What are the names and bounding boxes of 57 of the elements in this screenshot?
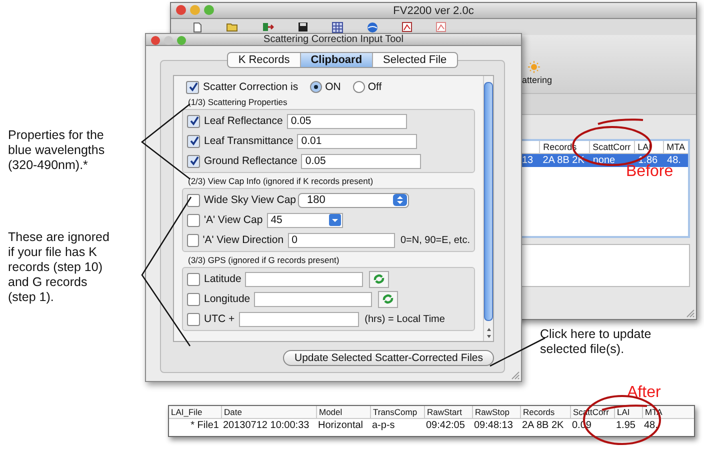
- tab[interactable]: K Records: [228, 53, 300, 67]
- table-cell-text: 09:48:13: [473, 419, 514, 432]
- checkbox-label[interactable]: Ground Reflectance: [204, 155, 298, 167]
- input-field[interactable]: 0.01: [297, 134, 418, 148]
- table-cell-text: 48.: [643, 419, 659, 432]
- checkbox-label[interactable]: Latitude: [204, 273, 242, 285]
- column-header[interactable]: Model: [316, 406, 370, 418]
- column-header[interactable]: ScattCorr: [588, 141, 634, 153]
- column-header[interactable]: TransComp: [370, 406, 424, 418]
- table-cell-text: 09:42:05: [425, 419, 466, 432]
- annotation-text: Properties for the blue wavelengths (320-490nm).*: [8, 128, 106, 173]
- annotation-text: These are ignored if your file has K records (step 10) and G records (step 1).: [8, 230, 110, 305]
- checkbox-label[interactable]: Scatter Correction is: [203, 81, 298, 93]
- tab[interactable]: Clipboard: [300, 53, 372, 67]
- column-header[interactable]: RawStart: [424, 406, 472, 418]
- column-header[interactable]: Records: [520, 406, 570, 418]
- section-title: (3/3) GPS (ignored if G records present): [187, 254, 340, 267]
- checkbox-label[interactable]: UTC +: [204, 313, 235, 325]
- column-header[interactable]: Date: [221, 406, 316, 418]
- input-field[interactable]: 0.05: [301, 154, 422, 168]
- after-label: After: [627, 384, 661, 402]
- field-hint: (hrs) = Local Time: [364, 314, 445, 324]
- input-field[interactable]: 0: [288, 232, 394, 248]
- toolbar-label[interactable]: attering: [522, 75, 552, 85]
- combo-box[interactable]: 45: [266, 212, 343, 228]
- checkbox-label[interactable]: 'A' View Direction: [202, 234, 284, 246]
- table-cell-text: none: [592, 154, 616, 167]
- table-cell-text: 13: [521, 154, 534, 167]
- checkbox-label[interactable]: Wide Sky View Cap: [204, 194, 296, 206]
- popup-menu[interactable]: 180: [298, 192, 410, 208]
- table-cell-text: * File1: [190, 419, 220, 432]
- checkbox-label[interactable]: Leaf Reflectance: [204, 115, 283, 127]
- update-button[interactable]: Update Selected Scatter-Corrected Files: [283, 350, 494, 366]
- column-header[interactable]: MTA: [662, 141, 688, 153]
- checkbox-label[interactable]: Leaf Transmittance: [204, 135, 294, 147]
- window-title: FV2200 ver 2.0c: [393, 4, 474, 16]
- dialog-title: Scattering Correction Input Tool: [264, 34, 404, 45]
- section-title: (1/3) Scattering Properties: [187, 96, 288, 109]
- radio-label[interactable]: Off: [368, 81, 382, 93]
- section-title: (2/3) View Cap Info (ignored if K records present): [187, 175, 374, 188]
- table-cell-text: 48.: [667, 154, 682, 166]
- table-cell-text: Horizontal: [317, 419, 364, 432]
- table-cell-text: 1.86: [638, 154, 658, 166]
- table-cell-text: 2A 8B 2K: [521, 419, 565, 432]
- checkbox-label[interactable]: Longitude: [204, 293, 250, 305]
- column-header[interactable]: RawStop: [472, 406, 520, 418]
- column-header[interactable]: LAI: [614, 406, 642, 418]
- table-cell-text: a-p-s: [371, 419, 396, 432]
- annotation-text: Click here to update selected file(s).: [540, 327, 652, 357]
- table-cell-text: 1.95: [615, 419, 636, 432]
- checkbox-label[interactable]: 'A' View Cap: [204, 214, 263, 226]
- column-header[interactable]: LAI_File: [169, 406, 221, 418]
- table-cell-text: 20130712 10:00:33: [222, 419, 310, 432]
- radio-label[interactable]: ON: [325, 81, 341, 93]
- input-field[interactable]: 0.05: [286, 114, 407, 128]
- field-hint: 0=N, 90=E, etc.: [400, 234, 470, 246]
- tab[interactable]: Selected File: [372, 53, 457, 67]
